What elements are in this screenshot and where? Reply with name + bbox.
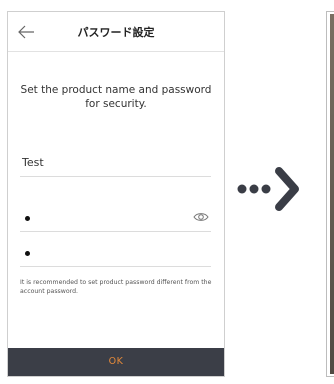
confirm-password-field[interactable] (20, 240, 211, 267)
password-settings-screen: パスワード設定 Set the product name and passwor… (7, 11, 225, 377)
confirm-password-mask-dot (25, 251, 30, 256)
eye-icon[interactable] (193, 211, 209, 223)
page-title: パスワード設定 (77, 26, 155, 39)
ok-button[interactable]: OK (8, 348, 224, 376)
product-name-field[interactable]: Test (20, 150, 211, 177)
header-bar: パスワード設定 (8, 12, 224, 52)
password-hint-text: It is recommended to set product passwor… (20, 279, 212, 295)
ok-button-label: OK (108, 356, 124, 367)
password-mask-dot (25, 216, 30, 221)
dotted-arrow-right-icon (237, 167, 299, 211)
product-name-value: Test (22, 156, 44, 169)
description-text: Set the product name and password for se… (20, 84, 212, 110)
next-screen-image (330, 14, 334, 374)
next-screen-preview (326, 11, 334, 377)
password-field[interactable] (20, 205, 211, 232)
